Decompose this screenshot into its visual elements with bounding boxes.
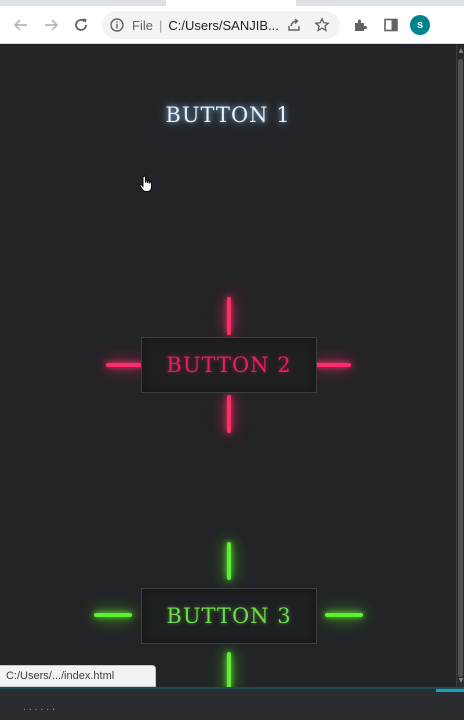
scroll-up-arrow[interactable]: ▲ <box>457 47 464 55</box>
back-button[interactable] <box>7 11 35 39</box>
button-2-top-line <box>227 297 231 335</box>
share-icon[interactable] <box>282 11 306 39</box>
star-icon[interactable] <box>310 11 334 39</box>
mouse-pointer-icon <box>139 175 152 192</box>
forward-button[interactable] <box>37 11 65 39</box>
button-2[interactable]: BUTTON 2 <box>141 337 317 393</box>
address-scheme: File <box>132 17 153 33</box>
taskbar-indicator: ...... <box>22 703 57 712</box>
scrollbar-thumb[interactable] <box>458 59 463 677</box>
button-3-top-line <box>227 542 231 580</box>
address-separator: | <box>158 17 163 33</box>
button-2-right-line <box>313 363 351 367</box>
taskbar-accent <box>436 689 464 692</box>
forward-icon <box>45 19 59 31</box>
extensions-button[interactable] <box>347 11 375 39</box>
status-url-bubble: C:/Users/.../index.html <box>0 665 156 687</box>
info-icon[interactable] <box>110 17 126 33</box>
address-url: C:/Users/SANJIB... <box>168 17 279 33</box>
vertical-scrollbar[interactable]: ▲ ▼ <box>456 45 464 687</box>
button-3-right-line <box>325 613 363 617</box>
scroll-down-arrow[interactable]: ▼ <box>457 677 464 685</box>
extensions-icon <box>355 19 367 31</box>
side-panel-button[interactable] <box>377 11 405 39</box>
page-viewport: BUTTON 1 BUTTON 2 BUTTON 3 <box>0 45 456 687</box>
address-bar[interactable]: File | C:/Users/SANJIB... <box>102 11 340 39</box>
button-1[interactable]: BUTTON 1 <box>140 87 316 143</box>
profile-avatar[interactable]: s <box>410 15 430 35</box>
browser-toolbar: File | C:/Users/SANJIB... s <box>0 6 464 44</box>
back-icon <box>13 19 27 31</box>
button-3[interactable]: BUTTON 3 <box>141 588 317 644</box>
taskbar: ...... <box>0 687 464 720</box>
reload-button[interactable] <box>67 11 95 39</box>
button-3-bottom-line <box>227 652 231 687</box>
side-panel-icon <box>384 18 398 32</box>
reload-icon <box>75 18 87 31</box>
button-2-bottom-line <box>227 395 231 433</box>
button-3-left-line <box>94 613 132 617</box>
button-2-left-line <box>106 363 144 367</box>
